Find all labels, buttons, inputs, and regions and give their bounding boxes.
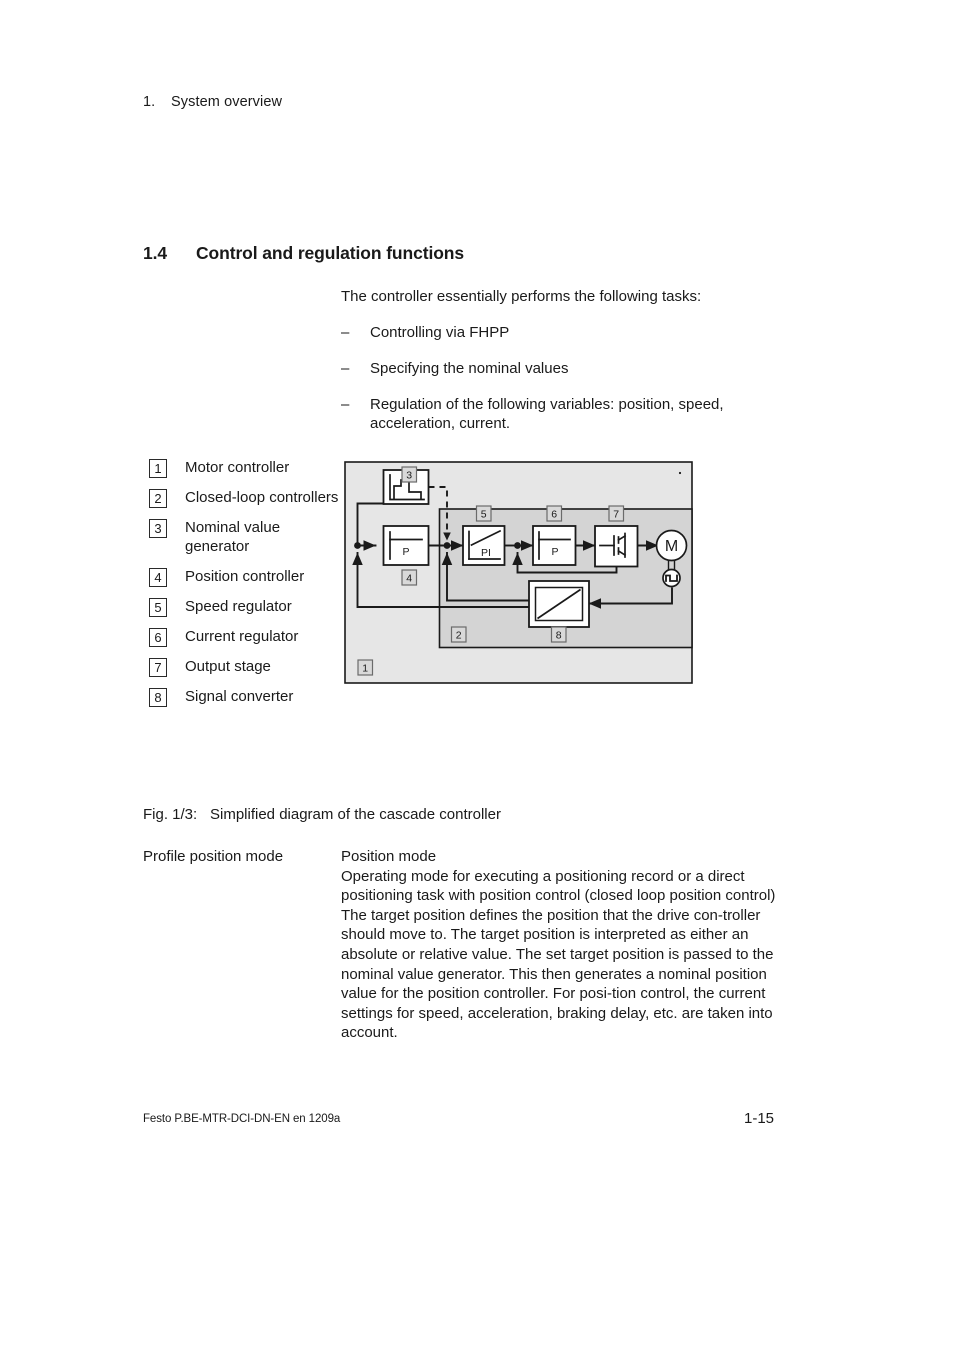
figure-caption: Fig. 1/3: Simplified diagram of the casca… bbox=[143, 806, 501, 823]
svg-text:1: 1 bbox=[362, 663, 368, 675]
legend-item-label: Closed-loop controllers bbox=[185, 489, 339, 506]
intro-bullet-2: – Specifying the nominal values bbox=[341, 359, 791, 378]
figure-caption-text: Simplified diagram of the cascade contro… bbox=[210, 806, 501, 823]
motor-label: M bbox=[665, 538, 678, 555]
page-title: 1.4 Control and regulation functions bbox=[143, 243, 464, 264]
intro-lead: The controller essentially performs the … bbox=[341, 288, 702, 305]
callout-output-stage: 7 bbox=[608, 505, 625, 522]
legend-number-badge: 8 bbox=[149, 688, 167, 707]
intro-bullet-2-text: Specifying the nominal values bbox=[370, 360, 569, 377]
legend-item-label: Speed regulator bbox=[185, 598, 292, 615]
definition-heading: Position mode bbox=[341, 848, 437, 865]
callout-signal-converter: 8 bbox=[550, 626, 567, 643]
svg-text:6: 6 bbox=[551, 509, 557, 521]
section-number: 1.4 bbox=[143, 243, 168, 263]
legend-item-label: Current regulator bbox=[185, 628, 299, 645]
svg-text:4: 4 bbox=[406, 573, 412, 585]
definition-term: Profile position mode bbox=[143, 848, 284, 865]
legend-item-6: 6 Current regulator bbox=[149, 627, 339, 647]
figure-legend: 1 Motor controller 2 Closed-loop control… bbox=[149, 458, 339, 717]
legend-item-7: 7 Output stage bbox=[149, 657, 339, 677]
legend-item-8: 8 Signal converter bbox=[149, 687, 339, 707]
bullet-dash-icon: – bbox=[341, 360, 350, 377]
cascade-controller-diagram: P PI P M 1 2 3 4 5 6 7 8 bbox=[344, 461, 693, 684]
block-position-controller: P bbox=[382, 525, 430, 566]
running-header-number: 1. bbox=[143, 94, 156, 110]
summing-junction-c bbox=[514, 542, 521, 549]
legend-item-label: Position controller bbox=[185, 568, 305, 585]
definition-paragraph-1: Operating mode for executing a positioni… bbox=[341, 867, 776, 905]
definition-paragraph-2: The target position defines the position… bbox=[341, 906, 774, 1042]
intro-bullet-1: – Controlling via FHPP bbox=[341, 323, 791, 342]
bullet-dash-icon: – bbox=[341, 324, 350, 341]
speed-regulator-label: PI bbox=[481, 547, 491, 559]
legend-item-3: 3 Nominal value generator bbox=[149, 518, 339, 556]
callout-nominal-value-generator: 3 bbox=[401, 466, 418, 483]
svg-text:7: 7 bbox=[613, 509, 619, 521]
bullet-dash-icon: – bbox=[341, 396, 350, 413]
position-controller-label: P bbox=[402, 546, 409, 558]
current-regulator-label: P bbox=[551, 546, 558, 558]
callout-position-controller: 4 bbox=[401, 569, 418, 586]
svg-text:2: 2 bbox=[456, 630, 462, 642]
block-output-stage bbox=[594, 525, 639, 568]
legend-number-badge: 5 bbox=[149, 598, 167, 617]
legend-item-4: 4 Position controller bbox=[149, 567, 339, 587]
figure-caption-label: Fig. 1/3: bbox=[143, 806, 198, 823]
callout-closed-loop-controllers: 2 bbox=[450, 626, 467, 643]
legend-item-5: 5 Speed regulator bbox=[149, 597, 339, 617]
legend-item-label: Nominal value generator bbox=[185, 519, 281, 555]
block-speed-regulator: PI bbox=[462, 525, 506, 566]
legend-item-label: Output stage bbox=[185, 658, 271, 675]
footer-page-number: 1‑15 bbox=[744, 1110, 775, 1127]
legend-item-label: Motor controller bbox=[185, 459, 290, 476]
legend-number-badge: 2 bbox=[149, 489, 167, 508]
intro-bullet-3-text: Regulation of the following variables: p… bbox=[370, 396, 724, 432]
intro-block: The controller essentially performs the … bbox=[341, 287, 791, 450]
legend-number-badge: 3 bbox=[149, 519, 167, 538]
running-header: 1. System overview bbox=[143, 94, 282, 110]
document-page: 1. System overview 1.4 Control and regulat… bbox=[0, 0, 954, 1348]
block-current-regulator: P bbox=[532, 525, 577, 566]
svg-text:3: 3 bbox=[406, 470, 412, 482]
registration-dot bbox=[678, 471, 682, 475]
svg-text:8: 8 bbox=[556, 630, 562, 642]
legend-item-label: Signal converter bbox=[185, 688, 294, 705]
summing-junction-a bbox=[354, 542, 361, 549]
svg-text:5: 5 bbox=[481, 509, 487, 521]
summing-junction-b bbox=[443, 542, 451, 549]
legend-number-badge: 6 bbox=[149, 628, 167, 647]
callout-current-regulator: 6 bbox=[546, 505, 563, 522]
legend-number-badge: 7 bbox=[149, 658, 167, 677]
encoder-symbol bbox=[662, 568, 681, 588]
legend-item-1: 1 Motor controller bbox=[149, 458, 339, 478]
intro-bullet-3: – Regulation of the following variables:… bbox=[341, 395, 791, 433]
legend-item-2: 2 Closed-loop controllers bbox=[149, 488, 339, 508]
definition-body: Position mode Operating mode for executi… bbox=[341, 847, 781, 1043]
legend-number-badge: 1 bbox=[149, 459, 167, 478]
legend-number-badge: 4 bbox=[149, 568, 167, 587]
section-title: Control and regulation functions bbox=[196, 243, 465, 263]
running-header-title: System overview bbox=[171, 94, 283, 110]
callout-motor-controller: 1 bbox=[357, 659, 374, 676]
block-signal-converter bbox=[528, 580, 590, 628]
footer-document-id: Festo P.BE‑MTR‑DCI‑DN‑EN en 1209a bbox=[143, 1113, 341, 1125]
intro-bullet-1-text: Controlling via FHPP bbox=[370, 324, 510, 341]
callout-speed-regulator: 5 bbox=[475, 505, 492, 522]
